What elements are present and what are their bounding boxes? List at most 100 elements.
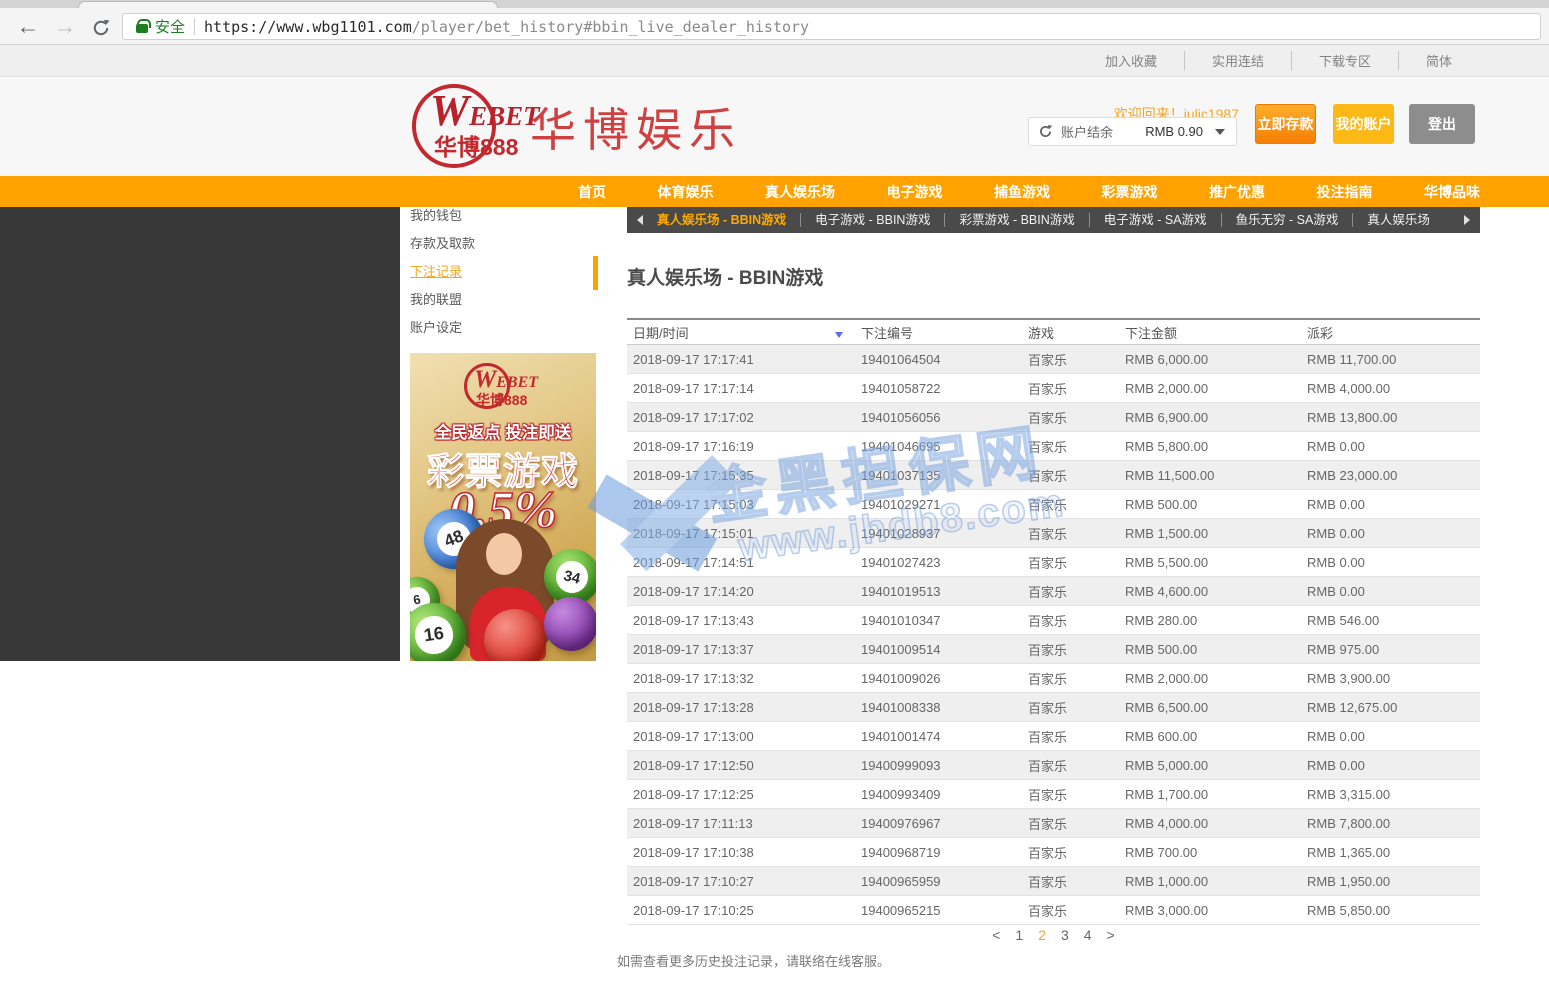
- balance-dropdown[interactable]: 账户结余 RMB 0.90: [1028, 117, 1237, 146]
- banner-logo-sub: 华博888: [476, 390, 527, 410]
- cell-bet-no: 19400993409: [855, 787, 1022, 802]
- address-bar[interactable]: 安全 https://www.wbg1101.com/player/bet_hi…: [122, 13, 1541, 40]
- back-icon[interactable]: ←: [13, 11, 43, 41]
- cell-amount: RMB 4,000.00: [1119, 816, 1301, 831]
- cell-game: 百家乐: [1022, 582, 1119, 601]
- cell-payout: RMB 0.00: [1301, 729, 1480, 744]
- cell-payout: RMB 4,000.00: [1301, 381, 1480, 396]
- nav-item[interactable]: 捕鱼游戏: [994, 182, 1050, 202]
- cell-date: 2018-09-17 17:14:51: [627, 555, 855, 570]
- cell-bet-no: 19401037135: [855, 468, 1022, 483]
- cell-date: 2018-09-17 17:16:19: [627, 439, 855, 454]
- cell-bet-no: 19401027423: [855, 555, 1022, 570]
- cell-amount: RMB 5,500.00: [1119, 555, 1301, 570]
- sidebar-item[interactable]: 我的钱包: [410, 202, 596, 230]
- sidebar-item[interactable]: 我的联盟: [410, 286, 596, 314]
- subnav-tab[interactable]: 电子游戏 - BBIN游戏: [800, 213, 944, 227]
- nav-item[interactable]: 体育娱乐: [658, 182, 714, 202]
- page-next[interactable]: >: [1107, 927, 1115, 943]
- nav-item[interactable]: 首页: [578, 182, 606, 202]
- forward-icon[interactable]: →: [50, 11, 80, 41]
- col-amount: 下注金额: [1119, 323, 1301, 342]
- subnav-tab[interactable]: 电子游戏 - SA游戏: [1089, 213, 1221, 227]
- site-name: 华博娱乐: [530, 94, 742, 160]
- cell-amount: RMB 600.00: [1119, 729, 1301, 744]
- cell-payout: RMB 1,365.00: [1301, 845, 1480, 860]
- sidebar-item[interactable]: 存款及取款: [410, 230, 596, 258]
- my-account-button[interactable]: 我的账户: [1333, 104, 1394, 144]
- cell-payout: RMB 7,800.00: [1301, 816, 1480, 831]
- reload-icon[interactable]: [86, 15, 116, 45]
- subnav-tab[interactable]: 彩票游戏 - BBIN游戏: [944, 213, 1088, 227]
- utility-link[interactable]: 简体: [1398, 51, 1479, 70]
- cell-date: 2018-09-17 17:12:25: [627, 787, 855, 802]
- cell-payout: RMB 0.00: [1301, 555, 1480, 570]
- nav-item[interactable]: 彩票游戏: [1102, 182, 1158, 202]
- table-header: 日期/时间 下注编号 游戏 下注金额 派彩: [627, 318, 1480, 345]
- chevron-down-icon[interactable]: [1215, 129, 1225, 135]
- lottery-ball-icon: [544, 597, 596, 651]
- balance-value: RMB 0.90: [1145, 124, 1203, 139]
- cell-payout: RMB 0.00: [1301, 584, 1480, 599]
- table-row: 2018-09-17 17:15:35 19401037135 百家乐 RMB …: [627, 461, 1480, 490]
- sidebar-active-indicator: [593, 256, 598, 290]
- table-row: 2018-09-17 17:12:50 19400999093 百家乐 RMB …: [627, 751, 1480, 780]
- page-number[interactable]: 4: [1084, 927, 1092, 943]
- cell-game: 百家乐: [1022, 495, 1119, 514]
- cell-date: 2018-09-17 17:13:00: [627, 729, 855, 744]
- refresh-balance-icon[interactable]: [1038, 124, 1053, 139]
- nav-item[interactable]: 推广优惠: [1209, 182, 1265, 202]
- page-number[interactable]: 1: [1015, 927, 1023, 943]
- cell-payout: RMB 5,850.00: [1301, 903, 1480, 918]
- sidebar-item[interactable]: 下注记录: [410, 258, 596, 286]
- url-text: https://www.wbg1101.com/player/bet_histo…: [204, 18, 809, 36]
- utility-link[interactable]: 加入收藏: [1078, 51, 1184, 70]
- cell-game: 百家乐: [1022, 872, 1119, 891]
- cell-amount: RMB 3,000.00: [1119, 903, 1301, 918]
- url-host: https://www.wbg1101.com: [204, 18, 412, 36]
- sidebar-item[interactable]: 账户设定: [410, 314, 596, 342]
- table-row: 2018-09-17 17:14:51 19401027423 百家乐 RMB …: [627, 548, 1480, 577]
- deposit-button[interactable]: 立即存款: [1255, 104, 1316, 144]
- cell-date: 2018-09-17 17:15:01: [627, 526, 855, 541]
- cell-amount: RMB 1,000.00: [1119, 874, 1301, 889]
- page-number[interactable]: 2: [1038, 927, 1046, 943]
- promo-banner[interactable]: WEBET 华博888 全民返点 投注即送 彩票游戏 0.5% 48 34 6 …: [410, 353, 596, 661]
- cell-game: 百家乐: [1022, 524, 1119, 543]
- cell-payout: RMB 11,700.00: [1301, 352, 1480, 367]
- table-row: 2018-09-17 17:14:20 19401019513 百家乐 RMB …: [627, 577, 1480, 606]
- logout-button[interactable]: 登出: [1409, 104, 1475, 144]
- cell-amount: RMB 2,000.00: [1119, 671, 1301, 686]
- cell-bet-no: 19401058722: [855, 381, 1022, 396]
- nav-item[interactable]: 华博品味: [1424, 182, 1480, 202]
- cell-game: 百家乐: [1022, 466, 1119, 485]
- table-row: 2018-09-17 17:17:41 19401064504 百家乐 RMB …: [627, 345, 1480, 374]
- nav-item[interactable]: 真人娱乐场: [765, 182, 835, 202]
- utility-link[interactable]: 下载专区: [1291, 51, 1398, 70]
- subnav-tab[interactable]: 鱼乐无穷 - SA游戏: [1221, 213, 1353, 227]
- cell-game: 百家乐: [1022, 553, 1119, 572]
- subnav-scroll-right-icon[interactable]: [1464, 215, 1470, 225]
- site-logo[interactable]: WEBET 华博888 华博娱乐: [408, 80, 738, 174]
- logo-brand-sub: 华博888: [434, 128, 518, 162]
- nav-item[interactable]: 投注指南: [1317, 182, 1373, 202]
- utility-link[interactable]: 实用连结: [1184, 51, 1291, 70]
- cell-payout: RMB 0.00: [1301, 758, 1480, 773]
- subnav-tab[interactable]: 真人娱乐场: [1352, 213, 1436, 227]
- cell-payout: RMB 0.00: [1301, 439, 1480, 454]
- cell-date: 2018-09-17 17:17:02: [627, 410, 855, 425]
- subnav-tab[interactable]: 真人娱乐场 - BBIN游戏: [643, 213, 800, 227]
- table-row: 2018-09-17 17:10:25 19400965215 百家乐 RMB …: [627, 896, 1480, 925]
- cell-payout: RMB 1,950.00: [1301, 874, 1480, 889]
- col-bet-no: 下注编号: [855, 323, 1022, 342]
- lock-icon: [136, 24, 148, 33]
- sort-desc-icon[interactable]: [835, 332, 843, 338]
- main-nav-items: 首页 体育娱乐 真人娱乐场 电子游戏 捕鱼游戏 彩票游戏 推广优惠 投注指南 华博品味: [578, 176, 1480, 207]
- cell-bet-no: 19401009514: [855, 642, 1022, 657]
- page-prev[interactable]: <: [992, 927, 1000, 943]
- page-number[interactable]: 3: [1061, 927, 1069, 943]
- table-row: 2018-09-17 17:13:00 19401001474 百家乐 RMB …: [627, 722, 1480, 751]
- nav-item[interactable]: 电子游戏: [887, 182, 943, 202]
- cell-amount: RMB 6,900.00: [1119, 410, 1301, 425]
- cell-bet-no: 19400999093: [855, 758, 1022, 773]
